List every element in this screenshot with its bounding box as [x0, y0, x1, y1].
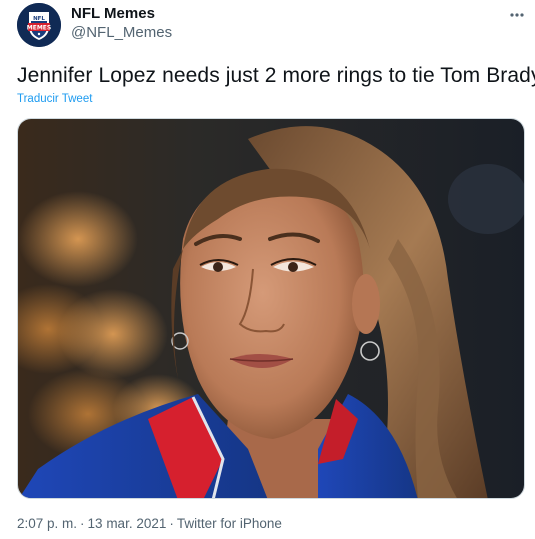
author-handle[interactable]: @NFL_Memes: [71, 24, 172, 42]
tweet: NFL MEMES NFL Memes @NFL_Memes Jennifer …: [0, 0, 535, 539]
tweet-text: Jennifer Lopez needs just 2 more rings t…: [17, 64, 535, 87]
avatar-top-text: NFL: [33, 16, 45, 22]
more-options-button[interactable]: [500, 2, 534, 30]
tweet-time[interactable]: 2:07 p. m.: [17, 516, 77, 531]
avatar-main-text: MEMES: [27, 24, 51, 31]
translate-tweet-link[interactable]: Traducir Tweet: [17, 92, 92, 106]
tweet-date[interactable]: 13 mar. 2021: [88, 516, 167, 531]
tweet-photo[interactable]: [17, 118, 525, 499]
tweet-source[interactable]: Twitter for iPhone: [177, 516, 282, 531]
nfl-memes-shield-logo: NFL MEMES: [17, 3, 61, 47]
meta-separator: ·: [80, 516, 85, 531]
tweet-metadata: 2:07 p. m. · 13 mar. 2021 · Twitter for iPho…: [17, 515, 282, 532]
avatar[interactable]: NFL MEMES: [17, 3, 61, 47]
meta-separator: ·: [169, 516, 174, 531]
portrait-photo: [18, 119, 524, 498]
author-name[interactable]: NFL Memes: [71, 5, 155, 23]
more-horizontal-icon: [510, 13, 524, 17]
